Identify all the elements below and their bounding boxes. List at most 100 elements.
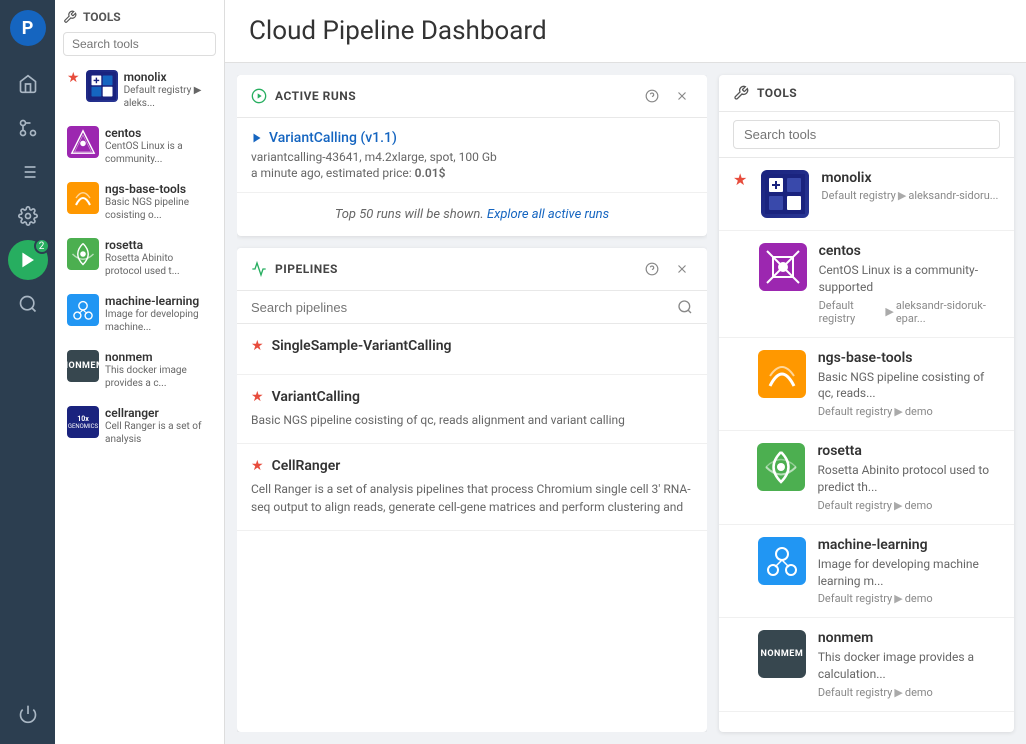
pipeline-item-2-header: ★ VariantCalling xyxy=(251,389,693,405)
pipelines-panel: PIPELINES xyxy=(237,248,707,732)
pipelines-title: PIPELINES xyxy=(275,262,338,276)
centos-sidebar-icon xyxy=(67,126,99,158)
monolix-star: ★ xyxy=(67,70,80,86)
explore-all-runs-link[interactable]: Explore all active runs xyxy=(487,207,609,222)
main-content: Cloud Pipeline Dashboard ACTIVE RUNS xyxy=(225,0,1026,744)
ml-sidebar-icon xyxy=(67,294,99,326)
rosetta-tool-desc: Rosetta Abinito protocol used to predict… xyxy=(817,462,1000,496)
pipelines-search-bar xyxy=(237,291,707,324)
pipelines-close-btn[interactable] xyxy=(671,258,693,280)
nav-runs-icon[interactable]: 2 xyxy=(8,240,48,280)
pipeline-3-desc: Cell Ranger is a set of analysis pipelin… xyxy=(251,480,693,516)
active-runs-header: ACTIVE RUNS xyxy=(237,75,707,118)
nonmem-tool-name: nonmem xyxy=(818,630,1000,646)
pipeline-1-star: ★ xyxy=(251,338,264,354)
rosetta-sidebar-icon xyxy=(67,238,99,270)
nonmem-tool-icon: NONMEM xyxy=(758,630,806,678)
rosetta-tool-icon xyxy=(757,443,805,491)
tool-item-monolix[interactable]: ★ monolix xyxy=(719,158,1014,231)
pipelines-search-input[interactable] xyxy=(251,300,671,315)
sidebar-icon-bar: P 2 xyxy=(0,0,55,744)
sidebar-tool-cellranger[interactable]: 10x GENOMICS cellranger Cell Ranger is a… xyxy=(63,400,216,452)
runs-footer: Top 50 runs will be shown. Explore all a… xyxy=(237,193,707,236)
tool-item-rosetta[interactable]: rosetta Rosetta Abinito protocol used to… xyxy=(719,431,1014,525)
pipeline-list: ★ SingleSample-VariantCalling ★ VariantC… xyxy=(237,324,707,732)
ml-tool-name: machine-learning xyxy=(818,537,1000,553)
sidebar-tool-centos-info: centos CentOS Linux is a community... xyxy=(105,126,212,166)
tool-item-ml[interactable]: machine-learning Image for developing ma… xyxy=(719,525,1014,619)
sidebar-cellranger-name: cellranger xyxy=(105,406,212,420)
centos-tool-info: centos CentOS Linux is a community-suppo… xyxy=(819,243,1000,325)
sidebar-rosetta-desc: Rosetta Abinito protocol used t... xyxy=(105,252,212,278)
sidebar-tool-rosetta[interactable]: rosetta Rosetta Abinito protocol used t.… xyxy=(63,232,216,284)
nav-home-icon[interactable] xyxy=(8,64,48,104)
active-runs-header-left: ACTIVE RUNS xyxy=(251,88,356,104)
run-details: variantcalling-43641, m4.2xlarge, spot, … xyxy=(251,150,693,164)
ngs-tool-icon xyxy=(758,350,806,398)
sidebar-tools-title: TOOLS xyxy=(83,10,121,24)
app-logo: P xyxy=(10,10,46,46)
nonmem-badge-text: NONMEM xyxy=(758,647,806,661)
active-runs-title: ACTIVE RUNS xyxy=(275,89,356,103)
active-runs-help-btn[interactable] xyxy=(641,85,663,107)
nav-power-icon[interactable] xyxy=(8,694,48,734)
sidebar-nonmem-name: nonmem xyxy=(105,350,212,364)
sidebar-tool-ml[interactable]: machine-learning Image for developing ma… xyxy=(63,288,216,340)
sidebar-tool-ngs-info: ngs-base-tools Basic NGS pipeline cosist… xyxy=(105,182,212,222)
sidebar-tools-header: TOOLS xyxy=(63,10,216,24)
ngs-tool-info: ngs-base-tools Basic NGS pipeline cosist… xyxy=(818,350,1000,419)
page-title: Cloud Pipeline Dashboard xyxy=(249,16,1002,46)
sidebar-tool-nonmem[interactable]: NONMEM nonmem This docker image provides… xyxy=(63,344,216,396)
nav-settings-icon[interactable] xyxy=(8,196,48,236)
active-runs-header-icons xyxy=(641,85,693,107)
tool-item-ngs[interactable]: ngs-base-tools Basic NGS pipeline cosist… xyxy=(719,338,1014,432)
active-runs-close-btn[interactable] xyxy=(671,85,693,107)
centos-tool-desc: CentOS Linux is a community-supported xyxy=(819,262,1000,296)
pipelines-header: PIPELINES xyxy=(237,248,707,291)
pipelines-header-left: PIPELINES xyxy=(251,261,338,277)
run-play-icon xyxy=(251,132,263,144)
centos-tool-name: centos xyxy=(819,243,1000,259)
tool-item-centos[interactable]: centos CentOS Linux is a community-suppo… xyxy=(719,231,1014,338)
ml-tool-registry: Default registry ▶ demo xyxy=(818,592,1000,605)
run-item[interactable]: VariantCalling (v1.1) variantcalling-436… xyxy=(237,118,707,193)
ngs-tool-name: ngs-base-tools xyxy=(818,350,1000,366)
page-header: Cloud Pipeline Dashboard xyxy=(225,0,1026,63)
monolix-tool-registry: Default registry ▶ aleksandr-sidoru... xyxy=(821,189,998,202)
logo-letter: P xyxy=(22,18,34,39)
nav-list-icon[interactable] xyxy=(8,152,48,192)
sidebar-tool-ngs[interactable]: ngs-base-tools Basic NGS pipeline cosist… xyxy=(63,176,216,228)
nav-search-icon[interactable] xyxy=(8,284,48,324)
sidebar-tool-monolix-info: monolix Default registry ▶ aleks... xyxy=(124,70,212,110)
pipeline-item-1[interactable]: ★ SingleSample-VariantCalling xyxy=(237,324,707,375)
pipeline-item-3[interactable]: ★ CellRanger Cell Ranger is a set of ana… xyxy=(237,444,707,531)
sidebar-rosetta-name: rosetta xyxy=(105,238,212,252)
pipeline-item-2[interactable]: ★ VariantCalling Basic NGS pipeline cosi… xyxy=(237,375,707,444)
sidebar-monolix-desc: Default registry ▶ aleks... xyxy=(124,84,212,110)
sidebar-tool-rosetta-info: rosetta Rosetta Abinito protocol used t.… xyxy=(105,238,212,278)
tool-item-nonmem[interactable]: NONMEM nonmem This docker image provides… xyxy=(719,618,1014,712)
sidebar-tools-panel: TOOLS ★ monolix Default registry ▶ aleks… xyxy=(55,0,225,744)
sidebar-tools-search-input[interactable] xyxy=(63,32,216,56)
sidebar-centos-name: centos xyxy=(105,126,212,140)
monolix-icon xyxy=(86,70,118,102)
ml-tool-icon xyxy=(758,537,806,585)
pipeline-3-star: ★ xyxy=(251,458,264,474)
monolix-tool-icon xyxy=(761,170,809,218)
active-runs-badge: 2 xyxy=(34,238,50,254)
ngs-tool-desc: Basic NGS pipeline cosisting of qc, read… xyxy=(818,369,1000,403)
ml-tool-info: machine-learning Image for developing ma… xyxy=(818,537,1000,606)
sidebar-ngs-name: ngs-base-tools xyxy=(105,182,212,196)
sidebar-tool-monolix[interactable]: ★ monolix Default registry ▶ aleks... xyxy=(63,64,216,116)
nav-git-icon[interactable] xyxy=(8,108,48,148)
nonmem-sidebar-icon: NONMEM xyxy=(67,350,99,382)
ngs-sidebar-icon xyxy=(67,182,99,214)
pipelines-help-btn[interactable] xyxy=(641,258,663,280)
rosetta-tool-info: rosetta Rosetta Abinito protocol used to… xyxy=(817,443,1000,512)
pipeline-2-star: ★ xyxy=(251,389,264,405)
monolix-tool-info: monolix Default registry ▶ aleksandr-sid… xyxy=(821,170,998,202)
sidebar-tool-ml-info: machine-learning Image for developing ma… xyxy=(105,294,212,334)
sidebar-monolix-name: monolix xyxy=(124,70,212,84)
tools-search-input[interactable] xyxy=(733,120,1000,149)
sidebar-tool-centos[interactable]: centos CentOS Linux is a community... xyxy=(63,120,216,172)
